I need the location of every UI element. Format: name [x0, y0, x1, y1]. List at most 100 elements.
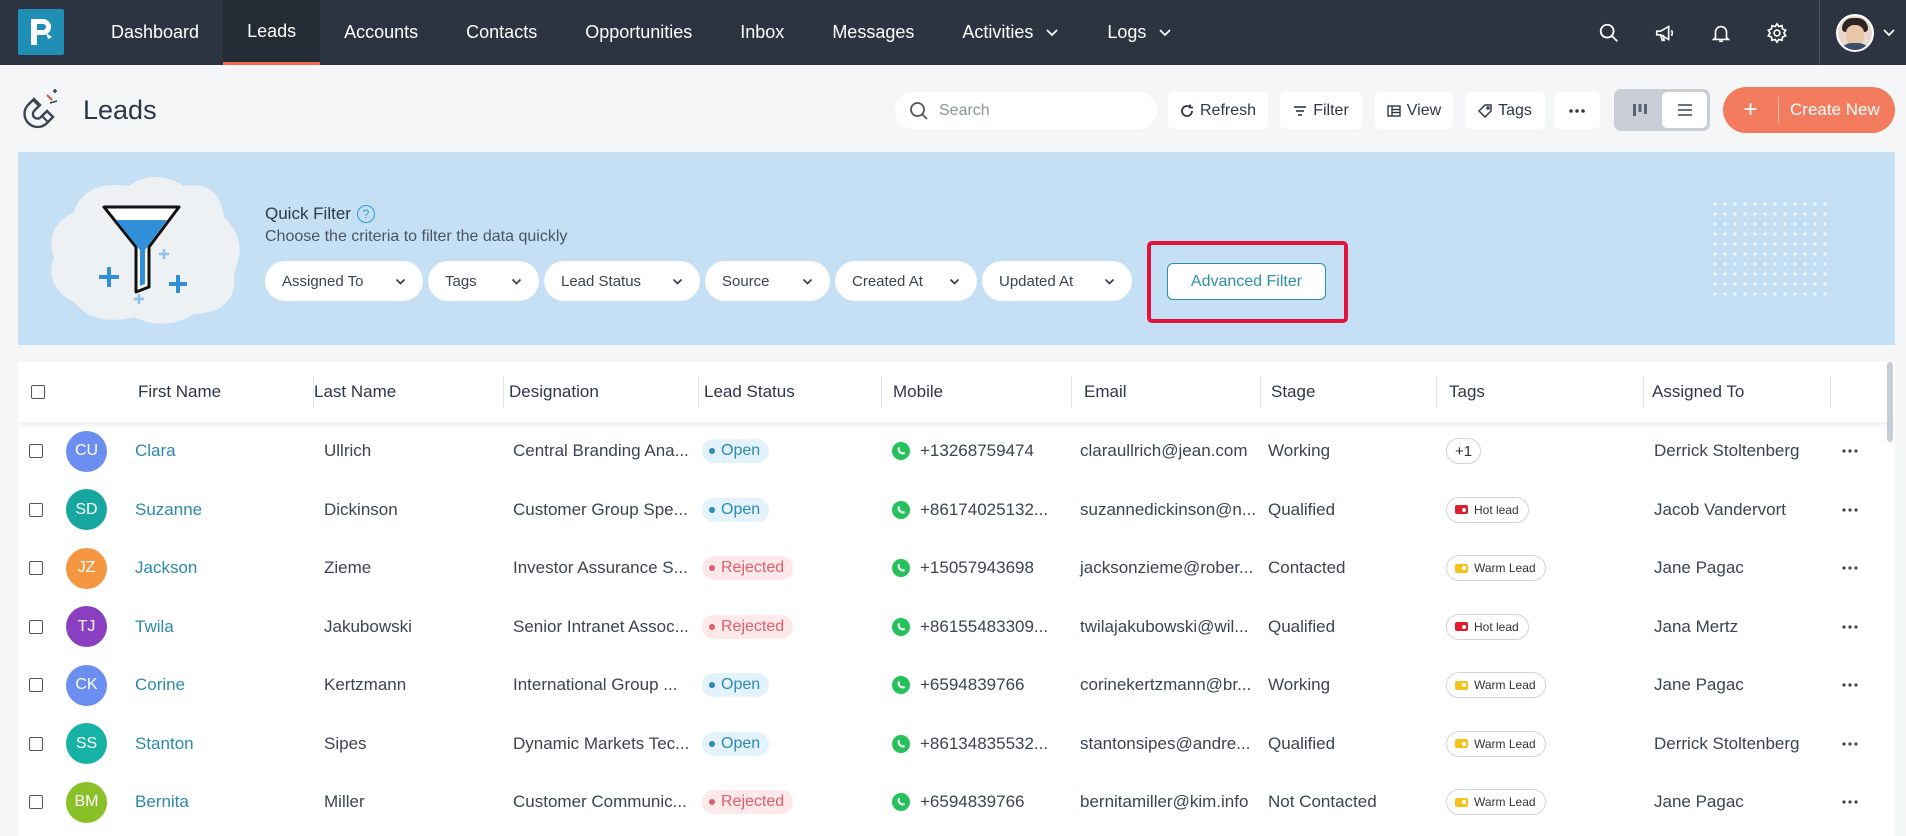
- tag-label: Hot lead: [1474, 502, 1519, 517]
- nav-item-inbox[interactable]: Inbox: [716, 0, 808, 65]
- first-name-link[interactable]: Stanton: [135, 715, 194, 773]
- column-header-assigned-to[interactable]: Assigned To: [1652, 362, 1744, 422]
- first-name-link[interactable]: Bernita: [135, 773, 189, 831]
- user-menu[interactable]: [1820, 0, 1906, 65]
- refresh-button[interactable]: Refresh: [1168, 92, 1268, 129]
- megaphone-icon[interactable]: [1637, 0, 1693, 65]
- row-actions-button[interactable]: [1840, 598, 1860, 656]
- magnet-icon: [23, 89, 58, 129]
- nav-item-activities[interactable]: Activities: [938, 0, 1083, 65]
- email-cell[interactable]: stantonsipes@andre...: [1080, 715, 1250, 773]
- column-divider: [1436, 376, 1437, 408]
- row-checkbox[interactable]: [29, 795, 43, 809]
- view-button[interactable]: View: [1375, 92, 1453, 129]
- last-name-cell: Ullrich: [324, 441, 372, 460]
- row-actions-button[interactable]: [1840, 715, 1860, 773]
- column-header-mobile[interactable]: Mobile: [893, 362, 943, 422]
- create-new-button[interactable]: + Create New: [1723, 87, 1895, 133]
- lead-status-cell: Rejected: [702, 539, 794, 597]
- first-name-link[interactable]: Clara: [135, 422, 176, 480]
- table-row[interactable]: SS Stanton Sipes Dynamic Markets Tec... Open…: [18, 715, 1895, 773]
- row-checkbox[interactable]: [29, 678, 43, 692]
- email-cell[interactable]: claraullrich@jean.com: [1080, 422, 1248, 480]
- row-checkbox[interactable]: [29, 444, 43, 458]
- mobile-number[interactable]: +86174025132...: [920, 500, 1048, 520]
- tags-cell: Warm Lead: [1446, 715, 1546, 773]
- row-actions-button[interactable]: [1840, 656, 1860, 714]
- table-row[interactable]: CK Corine Kertzmann International Group ...…: [18, 656, 1895, 714]
- row-checkbox[interactable]: [29, 502, 43, 517]
- more-options-button[interactable]: [1554, 92, 1600, 129]
- bell-icon[interactable]: [1693, 0, 1749, 65]
- tags-button[interactable]: Tags: [1465, 92, 1545, 129]
- app-logo[interactable]: [18, 9, 64, 55]
- column-header-designation[interactable]: Designation: [509, 362, 599, 422]
- view-label: View: [1406, 101, 1442, 119]
- gear-icon[interactable]: [1749, 0, 1805, 65]
- table-row[interactable]: TJ Twila Jakubowski Senior Intranet Assoc..…: [18, 598, 1895, 656]
- search-box[interactable]: [895, 92, 1157, 129]
- chip-created-at[interactable]: Created At: [835, 261, 977, 301]
- column-header-email[interactable]: Email: [1084, 362, 1127, 422]
- search-icon[interactable]: [1581, 0, 1637, 65]
- row-checkbox[interactable]: [29, 736, 43, 751]
- nav-item-messages[interactable]: Messages: [808, 0, 938, 65]
- help-icon[interactable]: ?: [356, 205, 375, 223]
- plus-icon: +: [1723, 97, 1779, 123]
- mobile-number[interactable]: +86155483309...: [920, 617, 1048, 637]
- nav-item-contacts[interactable]: Contacts: [442, 0, 561, 65]
- status-label: Rejected: [721, 617, 785, 635]
- advanced-filter-button[interactable]: Advanced Filter: [1167, 263, 1326, 300]
- tag-icon: [1455, 563, 1468, 573]
- column-header-lead-status[interactable]: Lead Status: [704, 362, 795, 422]
- nav-item-logs[interactable]: Logs: [1083, 0, 1196, 65]
- nav-item-leads[interactable]: Leads: [223, 0, 321, 65]
- row-checkbox[interactable]: [29, 561, 43, 575]
- table-row[interactable]: CU Clara Ullrich Central Branding Ana... Ope…: [18, 422, 1895, 480]
- nav-item-label: Activities: [962, 22, 1034, 42]
- table-row[interactable]: JZ Jackson Zieme Investor Assurance S... Rej…: [18, 539, 1895, 597]
- first-name-link[interactable]: Jackson: [135, 539, 197, 597]
- chip-tags[interactable]: Tags: [428, 261, 539, 301]
- chip-assigned-to[interactable]: Assigned To: [265, 261, 423, 301]
- nav-item-dashboard[interactable]: Dashboard: [87, 0, 223, 65]
- table-scrollbar[interactable]: [1887, 362, 1893, 442]
- first-name-link[interactable]: Corine: [135, 656, 185, 714]
- chip-lead-status[interactable]: Lead Status: [544, 261, 700, 301]
- email-cell[interactable]: corinekertzmann@br...: [1080, 656, 1251, 714]
- row-actions-button[interactable]: [1840, 773, 1860, 831]
- row-checkbox[interactable]: [29, 619, 43, 634]
- select-all-checkbox[interactable]: [31, 385, 45, 399]
- list-view-toggle[interactable]: [1662, 92, 1707, 128]
- email-cell[interactable]: bernitamiller@kim.info: [1080, 773, 1248, 831]
- chip-updated-at[interactable]: Updated At: [982, 261, 1132, 301]
- tag-more-badge[interactable]: +1: [1446, 438, 1482, 464]
- mobile-number[interactable]: +6594839766: [920, 792, 1024, 812]
- filter-button[interactable]: Filter: [1280, 92, 1362, 129]
- status-dot: [709, 623, 715, 630]
- row-actions-button[interactable]: [1840, 422, 1860, 480]
- email-cell[interactable]: jacksonzieme@rober...: [1080, 539, 1253, 597]
- mobile-number[interactable]: +86134835532...: [920, 734, 1048, 754]
- column-header-last-name[interactable]: Last Name: [314, 362, 396, 422]
- first-name-link[interactable]: Twila: [135, 598, 174, 656]
- column-header-stage[interactable]: Stage: [1271, 362, 1315, 422]
- nav-item-accounts[interactable]: Accounts: [320, 0, 442, 65]
- column-header-tags[interactable]: Tags: [1449, 362, 1485, 422]
- email-cell[interactable]: twilajakubowski@wil...: [1080, 598, 1248, 656]
- nav-item-opportunities[interactable]: Opportunities: [561, 0, 716, 65]
- column-header-first-name[interactable]: First Name: [138, 362, 221, 422]
- table-row[interactable]: BM Bernita Miller Customer Communic... Rejec…: [18, 773, 1895, 831]
- first-name-link[interactable]: Suzanne: [135, 481, 202, 539]
- mobile-number[interactable]: +6594839766: [920, 675, 1024, 695]
- avatar: TJ: [66, 606, 107, 647]
- row-actions-button[interactable]: [1840, 481, 1860, 539]
- row-actions-button[interactable]: [1840, 539, 1860, 597]
- table-row[interactable]: SD Suzanne Dickinson Customer Group Spe... O…: [18, 481, 1895, 539]
- email-cell[interactable]: suzannedickinson@n...: [1080, 481, 1256, 539]
- kanban-view-toggle[interactable]: [1617, 92, 1662, 128]
- chip-source[interactable]: Source: [705, 261, 830, 301]
- mobile-number[interactable]: +15057943698: [920, 558, 1034, 578]
- search-input[interactable]: [939, 101, 1139, 120]
- mobile-number[interactable]: +13268759474: [920, 441, 1034, 461]
